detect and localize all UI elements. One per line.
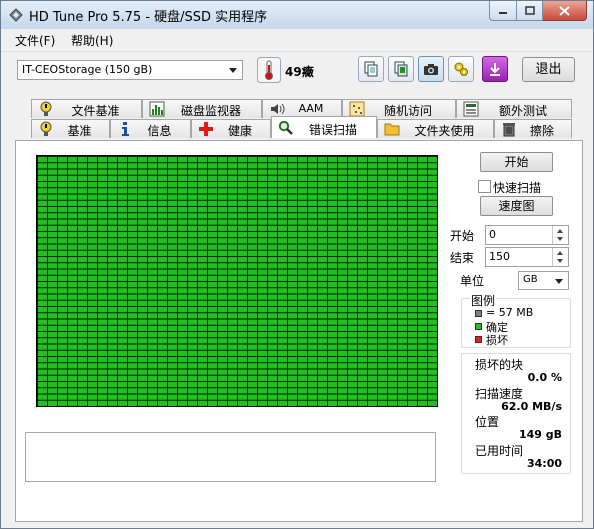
menu-file[interactable]: 文件(F) — [15, 32, 55, 49]
drive-select-value: IT-CEOStorage (150 gB) — [22, 63, 153, 76]
copy-text-button[interactable] — [358, 56, 384, 82]
stats-box: 损坏的块 0.0 % 扫描速度 62.0 MB/s 位置 149 gB 已用时间… — [461, 353, 571, 474]
elapsed-time-value: 34:00 — [526, 457, 562, 470]
options-button[interactable] — [448, 56, 474, 82]
drive-select[interactable]: IT-CEOStorage (150 gB) — [17, 60, 243, 80]
legend-damaged: 损坏 — [486, 334, 508, 347]
window-controls — [489, 1, 587, 21]
end-position-spinner[interactable] — [552, 248, 568, 266]
start-position-label: 开始 — [450, 229, 475, 243]
settings-icon — [454, 62, 468, 76]
quick-scan-label: 快速扫描 — [493, 181, 542, 195]
copy-screen-button[interactable] — [388, 56, 414, 82]
tab-info[interactable]: 信息 — [110, 119, 191, 138]
legend-swatch-block-size — [475, 310, 482, 317]
start-scan-button[interactable]: 开始 — [480, 152, 553, 172]
minimize-icon — [499, 11, 507, 14]
scan-block-grid — [36, 155, 438, 407]
copy-screen-icon — [394, 61, 408, 77]
scan-speed-value: 62.0 MB/s — [501, 400, 562, 413]
legend-swatch-ok — [475, 323, 482, 330]
chevron-down-icon — [555, 279, 563, 284]
save-icon — [490, 63, 500, 76]
tab-aam-label: AAM — [298, 102, 324, 115]
position-value: 149 gB — [518, 428, 562, 441]
quick-scan-checkbox[interactable] — [478, 180, 491, 193]
start-position-value: 0 — [489, 228, 496, 241]
tab-error-scan-label: 错误扫描 — [308, 123, 357, 137]
title-bar[interactable]: HD Tune Pro 5.75 - 硬盘/SSD 实用程序 — [1, 1, 593, 29]
end-position-label: 结束 — [450, 251, 475, 265]
screenshot-button[interactable] — [418, 56, 444, 82]
tab-benchmark[interactable]: 基准 — [31, 119, 110, 138]
maximize-icon — [524, 6, 535, 15]
tab-file-benchmark-label: 文件基准 — [71, 104, 120, 118]
legend-block-size: = 57 MB — [486, 306, 534, 319]
minimize-button[interactable] — [489, 1, 517, 21]
tab-folder-usage[interactable]: 文件夹使用 — [377, 119, 494, 138]
copy-text-icon — [364, 61, 378, 77]
tab-file-benchmark[interactable]: 文件基准 — [31, 99, 142, 118]
unit-label: 单位 — [460, 274, 485, 288]
tab-info-label: 信息 — [147, 124, 172, 138]
exit-button[interactable]: 退出 — [522, 57, 575, 82]
speed-map-button[interactable]: 速度图 — [480, 196, 553, 216]
scan-blocks-ok — [37, 156, 437, 406]
legend-box: 图例 = 57 MB 确定 损坏 — [461, 292, 571, 348]
chevron-down-icon — [229, 68, 237, 73]
position-label: 位置 — [475, 415, 500, 429]
damaged-blocks-label: 损坏的块 — [475, 358, 524, 372]
camera-icon — [424, 64, 438, 75]
start-position-spinner[interactable] — [552, 226, 568, 244]
main-content: IT-CEOStorage (150 gB) 49癥 退出 文件基准 磁盘监视器… — [1, 52, 593, 528]
tab-error-scan[interactable]: 错误扫描 — [271, 116, 377, 138]
tab-disk-monitor-label: 磁盘监视器 — [180, 104, 241, 118]
app-window: HD Tune Pro 5.75 - 硬盘/SSD 实用程序 文件(F) 帮助(… — [0, 0, 594, 529]
legend-swatch-damaged — [475, 336, 482, 343]
tab-extra-tests-label: 额外测试 — [498, 104, 547, 118]
save-button[interactable] — [482, 56, 508, 82]
window-title: HD Tune Pro 5.75 - 硬盘/SSD 实用程序 — [29, 10, 268, 25]
close-icon — [559, 5, 570, 16]
elapsed-time-label: 已用时间 — [475, 444, 524, 458]
menu-help[interactable]: 帮助(H) — [71, 32, 113, 49]
close-button[interactable] — [543, 1, 587, 21]
tab-erase-label: 擦除 — [529, 124, 554, 138]
unit-select[interactable]: GB — [518, 271, 569, 290]
tab-folder-usage-label: 文件夹使用 — [414, 124, 475, 138]
tab-health-label: 健康 — [227, 124, 252, 138]
tab-disk-monitor[interactable]: 磁盘监视器 — [142, 99, 262, 118]
temperature-readout: 49癥 — [285, 65, 314, 79]
damaged-blocks-value: 0.0 % — [527, 371, 562, 384]
unit-select-value: GB — [523, 274, 538, 285]
error-scan-panel: 开始 快速扫描 速度图 开始 0 结束 150 单位 GB 图例 = 57 MB… — [15, 140, 583, 522]
tab-erase[interactable]: 擦除 — [494, 119, 572, 138]
start-position-input[interactable]: 0 — [485, 225, 569, 245]
end-position-input[interactable]: 150 — [485, 247, 569, 267]
scan-log-box — [25, 432, 436, 482]
tab-extra-tests[interactable]: 额外测试 — [456, 99, 572, 118]
thermometer-icon — [257, 57, 281, 83]
menu-bar: 文件(F) 帮助(H) — [1, 29, 593, 52]
tab-benchmark-label: 基准 — [67, 124, 92, 138]
maximize-button[interactable] — [517, 1, 543, 21]
end-position-value: 150 — [489, 250, 510, 263]
tab-health[interactable]: 健康 — [191, 119, 271, 138]
app-icon — [9, 8, 23, 22]
